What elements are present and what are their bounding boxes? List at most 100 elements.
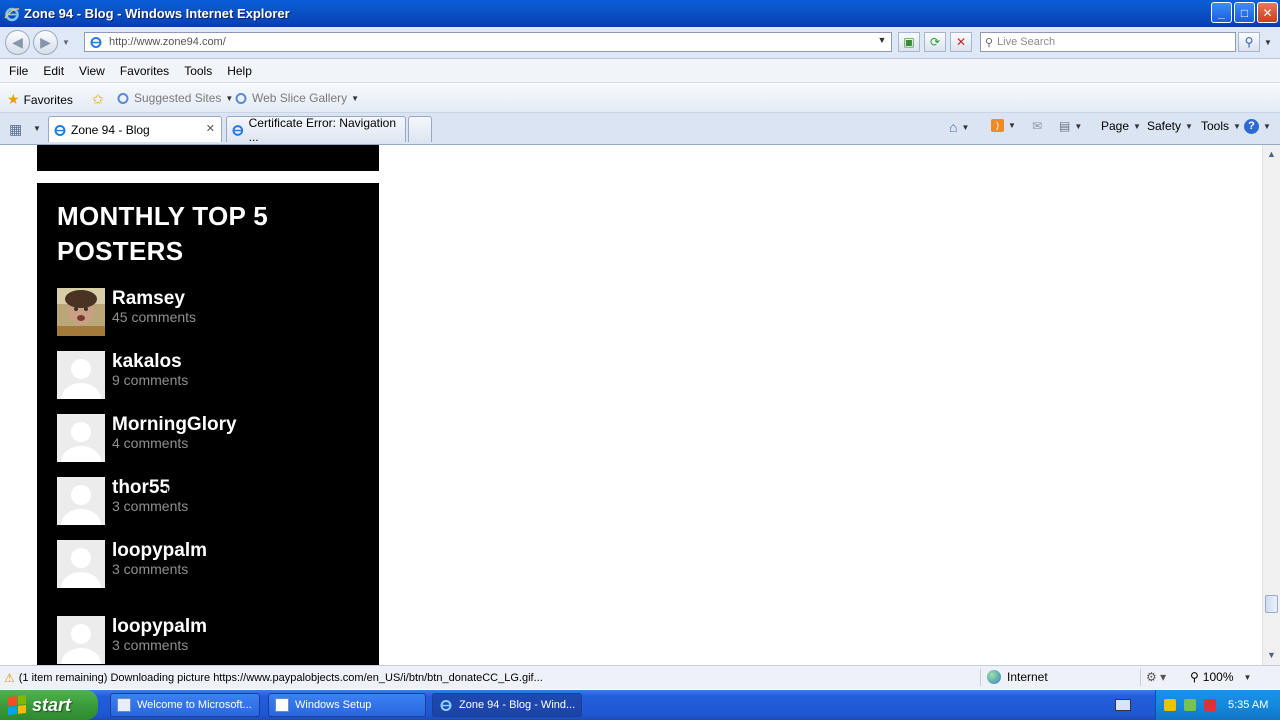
back-button[interactable]: ◀ — [5, 30, 30, 55]
poster-item[interactable]: kakalos 9 comments — [57, 351, 357, 399]
status-bar: ⚠ (1 item remaining) Downloading picture… — [0, 665, 1280, 689]
avatar[interactable] — [57, 288, 105, 336]
search-button[interactable]: ⚲ — [1238, 32, 1260, 52]
address-bar[interactable]: http://www.zone94.com/ ▼ — [84, 32, 892, 52]
chevron-down-icon: ▼ — [1185, 121, 1193, 131]
feeds-button[interactable]: ) ▼ — [991, 119, 1016, 132]
history-dropdown-icon[interactable]: ▼ — [62, 38, 70, 47]
home-button[interactable]: ⌂ ▼ — [949, 119, 969, 135]
zoom-label: 100% — [1202, 670, 1234, 684]
quick-tabs-icon[interactable]: ▦ — [9, 121, 22, 138]
menu-edit[interactable]: Edit — [43, 64, 64, 78]
avatar[interactable] — [57, 351, 105, 399]
system-tray: 5:35 AM — [1155, 690, 1280, 720]
new-tab-button[interactable] — [408, 116, 432, 142]
keyboard-icon[interactable] — [1115, 699, 1131, 711]
web-slice-gallery-label: Web Slice Gallery — [252, 91, 348, 105]
minimize-button[interactable]: _ — [1211, 2, 1232, 23]
menu-favorites[interactable]: Favorites — [120, 64, 169, 78]
widget-title: MONTHLY TOP 5 POSTERS — [57, 201, 268, 266]
security-alert-icon[interactable] — [1204, 699, 1216, 711]
tab-certificate-error[interactable]: Certificate Error: Navigation ... — [226, 116, 406, 144]
safety-menu-button[interactable]: Safety ▼ — [1147, 119, 1193, 133]
search-options-icon[interactable]: ▼ — [1264, 38, 1272, 47]
poster-name[interactable]: kakalos — [112, 351, 182, 373]
poster-item[interactable]: thor55 3 comments — [57, 477, 357, 525]
taskbar: start Welcome to Microsoft... Windows Se… — [0, 690, 1280, 720]
start-button[interactable]: start — [0, 690, 98, 720]
url-text[interactable]: http://www.zone94.com/ — [109, 36, 226, 48]
poster-name[interactable]: loopypalm — [112, 616, 207, 638]
search-input[interactable]: ⚲ Live Search — [980, 32, 1236, 52]
window-icon — [275, 698, 289, 712]
ie-page-icon — [117, 93, 129, 104]
poster-comment-count: 45 comments — [112, 309, 197, 325]
security-zone[interactable]: Internet — [987, 670, 1048, 684]
title-bar: Zone 94 - Blog - Windows Internet Explor… — [0, 0, 1280, 27]
taskbar-item-zone94[interactable]: Zone 94 - Blog - Wind... — [432, 693, 582, 717]
stop-button[interactable]: ✕ — [950, 32, 972, 52]
chevron-down-icon: ▼ — [1133, 121, 1141, 131]
page-icon — [90, 37, 102, 48]
stop-icon: ✕ — [955, 35, 967, 49]
read-mail-button[interactable]: ✉ — [1032, 119, 1042, 133]
poster-name[interactable]: Ramsey — [112, 288, 185, 310]
sidebar-widget-bottom — [37, 145, 379, 171]
taskbar-item-windows-setup[interactable]: Windows Setup — [268, 693, 426, 717]
print-button[interactable]: ▤ ▼ — [1059, 119, 1082, 133]
web-slice-gallery-button[interactable]: Web Slice Gallery ▼ — [234, 91, 359, 105]
chevron-down-icon: ▼ — [351, 93, 360, 103]
tools-menu-button[interactable]: Tools ▼ — [1201, 119, 1241, 133]
top-posters-widget: MONTHLY TOP 5 POSTERS Ramsey 45 comments — [37, 183, 379, 665]
favorites-button[interactable]: ★ Favorites — [7, 91, 73, 108]
favorites-bar: ★ Favorites ✩ Suggested Sites ▼ Web Slic… — [0, 84, 1280, 113]
zoom-level-button[interactable]: ⚲ 100% ▼ — [1190, 670, 1251, 684]
menu-view[interactable]: View — [79, 64, 105, 78]
scroll-thumb[interactable] — [1265, 595, 1278, 613]
protected-mode-icon[interactable]: ⚙ ▾ — [1146, 670, 1166, 684]
menu-file[interactable]: File — [9, 64, 28, 78]
maximize-button[interactable]: □ — [1234, 2, 1255, 23]
poster-comment-count: 3 comments — [112, 561, 189, 577]
avatar[interactable] — [57, 477, 105, 525]
poster-comment-count: 4 comments — [112, 435, 189, 451]
avatar[interactable] — [57, 540, 105, 588]
vertical-scrollbar[interactable]: ▲ ▼ — [1262, 145, 1280, 665]
status-text: (1 item remaining) Downloading picture h… — [18, 671, 543, 684]
suggested-sites-button[interactable]: Suggested Sites ▼ — [116, 91, 233, 105]
help-button[interactable]: ? ▼ — [1244, 119, 1271, 134]
menu-tools[interactable]: Tools — [184, 64, 212, 78]
avatar[interactable] — [57, 414, 105, 462]
help-icon: ? — [1244, 119, 1259, 134]
page-menu-label: Page — [1101, 119, 1130, 133]
avatar[interactable] — [57, 616, 105, 664]
tab-bar: ▦ ▼ Zone 94 - Blog ✕ Certificate Error: … — [0, 113, 1280, 145]
poster-item[interactable]: loopypalm 3 comments — [57, 616, 357, 664]
address-dropdown-icon[interactable]: ▼ — [875, 35, 889, 49]
windows-logo-icon — [8, 695, 26, 715]
tab-zone94-blog[interactable]: Zone 94 - Blog ✕ — [48, 116, 222, 142]
poster-name[interactable]: loopypalm — [112, 540, 207, 562]
close-button[interactable]: ✕ — [1257, 2, 1278, 23]
forward-button[interactable]: ▶ — [33, 30, 58, 55]
star-icon: ★ — [7, 91, 20, 107]
network-icon[interactable] — [1184, 699, 1196, 711]
page-menu-button[interactable]: Page ▼ — [1101, 119, 1141, 133]
poster-item[interactable]: Ramsey 45 comments — [57, 288, 357, 336]
poster-name[interactable]: MorningGlory — [112, 414, 237, 436]
menu-help[interactable]: Help — [227, 64, 252, 78]
add-to-favorites-button[interactable]: ✩ — [92, 91, 108, 108]
taskbar-item-welcome[interactable]: Welcome to Microsoft... — [110, 693, 260, 717]
close-tab-icon[interactable]: ✕ — [206, 122, 215, 135]
scroll-down-icon[interactable]: ▼ — [1264, 648, 1279, 663]
poster-item[interactable]: MorningGlory 4 comments — [57, 414, 357, 462]
poster-name[interactable]: thor55 — [112, 477, 170, 499]
scroll-up-icon[interactable]: ▲ — [1264, 147, 1279, 162]
compatibility-view-button[interactable]: ▣ — [898, 32, 920, 52]
security-shield-icon[interactable] — [1164, 699, 1176, 711]
ie-page-icon — [235, 93, 247, 104]
poster-item[interactable]: loopypalm 3 comments — [57, 540, 357, 588]
text-cursor-icon: I — [166, 485, 170, 499]
tab-list-icon[interactable]: ▼ — [33, 124, 41, 133]
refresh-button[interactable]: ⟳ — [924, 32, 946, 52]
